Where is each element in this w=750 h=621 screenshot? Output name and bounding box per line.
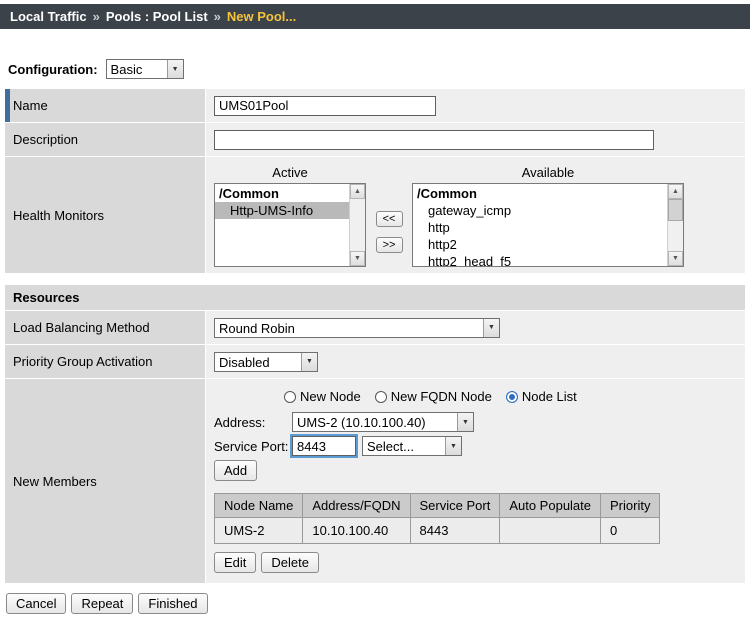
footer-actions: Cancel Repeat Finished (6, 593, 750, 614)
delete-button[interactable]: Delete (261, 552, 319, 573)
breadcrumb-local-traffic[interactable]: Local Traffic (10, 9, 87, 24)
radio-on-icon (506, 391, 518, 403)
available-monitor-item[interactable]: http2 (413, 236, 667, 253)
configuration-select[interactable]: Basic ▼ (106, 59, 184, 79)
scroll-down-icon[interactable]: ▼ (350, 251, 365, 266)
chevron-down-icon: ▼ (457, 413, 473, 431)
available-group-label: /Common (413, 185, 667, 202)
members-table-header-row: Node Name Address/FQDN Service Port Auto… (215, 494, 660, 518)
configuration-row: Configuration: Basic ▼ (8, 59, 750, 79)
breadcrumb-separator: » (93, 9, 100, 24)
chevron-down-icon: ▼ (483, 319, 499, 337)
scrollbar-thumb[interactable] (668, 199, 683, 221)
available-monitor-item[interactable]: gateway_icmp (413, 202, 667, 219)
active-group-label: /Common (215, 185, 349, 202)
move-to-available-button[interactable]: >> (376, 237, 403, 253)
resources-section-title: Resources (5, 285, 745, 310)
scroll-up-icon[interactable]: ▲ (350, 184, 365, 199)
priority-group-label: Priority Group Activation (5, 345, 205, 378)
radio-off-icon (375, 391, 387, 403)
radio-off-icon (284, 391, 296, 403)
cell-service-port: 8443 (410, 518, 500, 544)
cell-address-fqdn: 10.10.100.40 (303, 518, 410, 544)
available-list-scrollbar[interactable]: ▲ ▼ (667, 184, 683, 266)
col-service-port: Service Port (410, 494, 500, 518)
health-monitors-label: Health Monitors (5, 157, 205, 273)
load-balancing-label: Load Balancing Method (5, 311, 205, 344)
radio-node-list[interactable]: Node List (506, 389, 577, 404)
member-type-radio-group: New Node New FQDN Node Node List (284, 389, 737, 404)
name-input[interactable] (214, 96, 436, 116)
name-label: Name (5, 89, 205, 122)
chevron-down-icon: ▼ (301, 353, 317, 371)
col-address-fqdn: Address/FQDN (303, 494, 410, 518)
available-monitor-item[interactable]: http (413, 219, 667, 236)
breadcrumb-pool-list[interactable]: Pools : Pool List (106, 9, 208, 24)
service-port-label: Service Port: (214, 439, 292, 454)
scroll-up-icon[interactable]: ▲ (668, 184, 683, 199)
move-to-active-button[interactable]: << (376, 211, 403, 227)
active-monitors-listbox[interactable]: /Common Http-UMS-Info ▲ ▼ (214, 183, 366, 267)
description-input[interactable] (214, 130, 654, 150)
address-select[interactable]: UMS-2 (10.10.100.40) ▼ (292, 412, 474, 432)
table-row[interactable]: UMS-2 10.10.100.40 8443 0 (215, 518, 660, 544)
health-monitors-row: Health Monitors Active Available /Common… (5, 157, 745, 273)
cell-node-name: UMS-2 (215, 518, 303, 544)
description-row: Description (5, 123, 745, 156)
priority-group-select[interactable]: Disabled ▼ (214, 352, 318, 372)
breadcrumb-separator: » (214, 9, 221, 24)
cancel-button[interactable]: Cancel (6, 593, 66, 614)
finished-button[interactable]: Finished (138, 593, 207, 614)
resources-form: Load Balancing Method Round Robin ▼ Prio… (5, 311, 745, 583)
service-port-select[interactable]: Select... ▼ (362, 436, 462, 456)
chevron-down-icon: ▼ (445, 437, 461, 455)
repeat-button[interactable]: Repeat (71, 593, 133, 614)
address-label: Address: (214, 415, 292, 430)
members-table: Node Name Address/FQDN Service Port Auto… (214, 493, 660, 544)
scroll-down-icon[interactable]: ▼ (668, 251, 683, 266)
load-balancing-select[interactable]: Round Robin ▼ (214, 318, 500, 338)
radio-new-fqdn-node[interactable]: New FQDN Node (375, 389, 492, 404)
new-members-row: New Members New Node New FQDN Node Node … (5, 379, 745, 583)
service-port-field-row: Service Port: Select... ▼ (214, 436, 737, 456)
load-balancing-row: Load Balancing Method Round Robin ▼ (5, 311, 745, 344)
service-port-input[interactable] (292, 436, 356, 456)
available-column-header: Available (412, 165, 684, 183)
cell-priority: 0 (601, 518, 660, 544)
address-field-row: Address: UMS-2 (10.10.100.40) ▼ (214, 412, 737, 432)
col-priority: Priority (601, 494, 660, 518)
col-auto-populate: Auto Populate (500, 494, 601, 518)
pool-form: Name Description Health Monitors Active … (5, 89, 745, 273)
add-button[interactable]: Add (214, 460, 257, 481)
active-column-header: Active (214, 165, 366, 183)
col-node-name: Node Name (215, 494, 303, 518)
active-monitor-item[interactable]: Http-UMS-Info (215, 202, 349, 219)
available-monitor-item[interactable]: http2_head_f5 (413, 253, 667, 266)
description-label: Description (5, 123, 205, 156)
breadcrumb: Local Traffic » Pools : Pool List » New … (0, 4, 750, 29)
cell-auto-populate (500, 518, 601, 544)
name-row: Name (5, 89, 745, 122)
available-monitors-listbox[interactable]: /Common gateway_icmp http http2 http2_he… (412, 183, 684, 267)
new-members-label: New Members (5, 379, 205, 583)
radio-new-node[interactable]: New Node (284, 389, 361, 404)
configuration-label: Configuration: (8, 62, 98, 77)
priority-group-row: Priority Group Activation Disabled ▼ (5, 345, 745, 378)
breadcrumb-new-pool: New Pool... (227, 9, 296, 24)
chevron-down-icon: ▼ (167, 60, 183, 78)
edit-button[interactable]: Edit (214, 552, 256, 573)
active-list-scrollbar[interactable]: ▲ ▼ (349, 184, 365, 266)
